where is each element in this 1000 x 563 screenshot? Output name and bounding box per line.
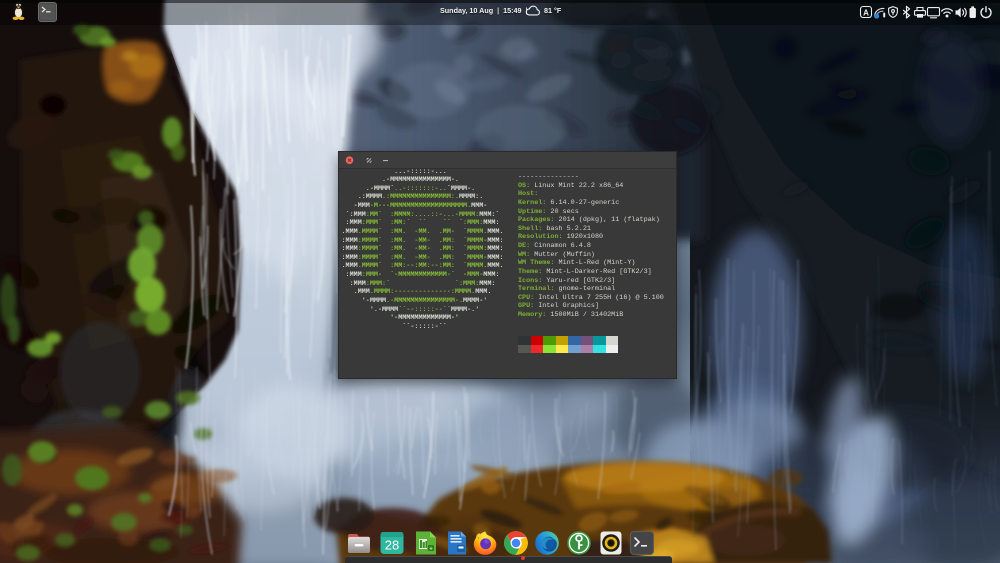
svg-text:A: A <box>863 9 869 18</box>
svg-text:28: 28 <box>385 538 399 553</box>
svg-text:+: + <box>429 546 433 552</box>
